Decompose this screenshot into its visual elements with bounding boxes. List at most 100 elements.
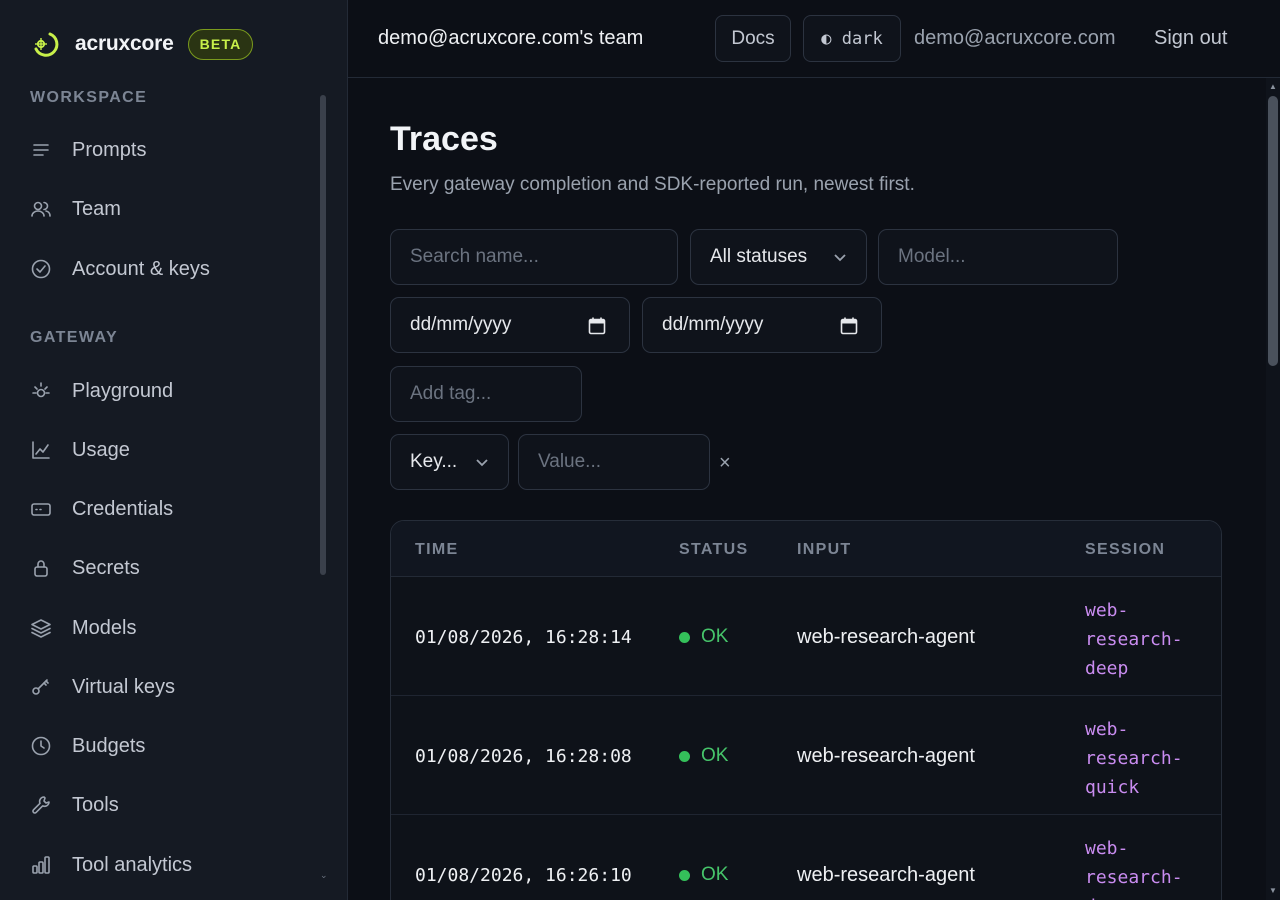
- theme-toggle-button[interactable]: ◐ dark: [803, 15, 901, 62]
- sidebar-item-label: Secrets: [72, 556, 140, 579]
- sidebar-item-account-keys[interactable]: Account & keys: [30, 249, 310, 289]
- cell-input: web-research-agent: [797, 745, 975, 767]
- session-link[interactable]: web- research- deep: [1085, 834, 1195, 900]
- session-line: web-: [1085, 838, 1129, 859]
- user-email: demo@acruxcore.com: [914, 27, 1116, 49]
- key-select-value: Key...: [410, 451, 458, 472]
- bar-chart-icon: [32, 856, 50, 874]
- key-select[interactable]: Key...: [390, 434, 509, 490]
- date-from-value: dd/mm/yyyy: [410, 314, 512, 335]
- sidebar-item-label: Account & keys: [72, 257, 210, 280]
- sidebar-item-models[interactable]: Models: [30, 608, 310, 648]
- sidebar: acruxcore BETA WORKSPACE Prompts Team Ac…: [0, 0, 348, 900]
- status-label: OK: [701, 626, 729, 647]
- chevron-down-icon: [476, 459, 488, 467]
- scroll-up-icon[interactable]: ▲: [1269, 82, 1277, 91]
- calendar-icon[interactable]: [587, 316, 607, 336]
- session-link[interactable]: web- research- quick: [1085, 715, 1195, 802]
- logo-icon: [34, 32, 59, 57]
- main-scrollbar[interactable]: ▲ ▼: [1266, 78, 1280, 900]
- section-label-workspace: WORKSPACE: [30, 89, 148, 106]
- line-chart-icon: [32, 441, 50, 459]
- session-line: web-: [1085, 719, 1129, 740]
- cell-time: 01/08/2026, 16:28:14: [415, 627, 632, 648]
- session-line: deep: [1085, 658, 1129, 679]
- brand[interactable]: acruxcore BETA: [30, 28, 254, 60]
- tag-input[interactable]: Add tag...: [390, 366, 582, 422]
- list-icon: [33, 144, 49, 156]
- column-header-input[interactable]: INPUT: [797, 541, 852, 559]
- team-name: demo@acruxcore.com's team: [378, 27, 644, 49]
- traces-table: TIME STATUS INPUT SESSION 01/08/2026, 16…: [390, 520, 1222, 900]
- table-header: TIME STATUS INPUT SESSION: [391, 521, 1221, 577]
- date-to-value: dd/mm/yyyy: [662, 314, 764, 335]
- brand-name: acruxcore: [75, 32, 174, 55]
- calendar-icon[interactable]: [839, 316, 859, 336]
- sidebar-item-label: Models: [72, 616, 137, 639]
- page-title: Traces: [390, 120, 498, 158]
- scroll-down-icon[interactable]: ▼: [1269, 886, 1277, 895]
- sidebar-item-label: Credentials: [72, 497, 174, 520]
- status-dot-icon: [679, 631, 690, 643]
- sidebar-nav: WORKSPACE Prompts Team Account & keys GA…: [0, 78, 330, 900]
- status-dot-icon: [679, 750, 690, 762]
- docs-button[interactable]: Docs: [715, 15, 791, 62]
- chevron-down-icon: [834, 254, 846, 262]
- table-row[interactable]: 01/08/2026, 16:28:08 OK web-research-age…: [391, 696, 1221, 815]
- table-row[interactable]: 01/08/2026, 16:28:14 OK web-research-age…: [391, 577, 1221, 696]
- card-icon: [31, 503, 51, 516]
- status-badge: OK: [679, 864, 728, 886]
- model-input[interactable]: Model...: [878, 229, 1118, 285]
- sidebar-item-label: Team: [72, 197, 121, 220]
- sun-icon: [32, 382, 50, 398]
- session-link[interactable]: web- research- deep: [1085, 596, 1195, 683]
- sidebar-item-prompts[interactable]: Prompts: [30, 130, 310, 170]
- sign-out-button[interactable]: Sign out: [1154, 27, 1227, 50]
- sidebar-item-tools[interactable]: Tools: [30, 785, 310, 825]
- main-content: Traces Every gateway completion and SDK-…: [348, 78, 1266, 900]
- layers-icon: [31, 619, 51, 638]
- status-select-value: All statuses: [710, 246, 808, 267]
- top-bar: demo@acruxcore.com's team Docs ◐ dark de…: [348, 0, 1280, 78]
- column-header-time[interactable]: TIME: [415, 541, 458, 559]
- sidebar-item-label: Virtual keys: [72, 675, 176, 698]
- session-line: deep: [1085, 892, 1195, 900]
- table-row[interactable]: 01/08/2026, 16:26:10 OK web-research-age…: [391, 815, 1221, 900]
- clear-filter-icon[interactable]: ×: [719, 452, 731, 475]
- sidebar-item-budgets[interactable]: Budgets: [30, 726, 310, 766]
- sidebar-item-label: Tool analytics: [72, 853, 193, 876]
- session-line: research-: [1085, 867, 1183, 888]
- page-subtitle: Every gateway completion and SDK-reporte…: [390, 174, 915, 195]
- status-label: OK: [701, 745, 729, 766]
- sidebar-item-playground[interactable]: Playground: [30, 371, 310, 411]
- status-label: OK: [701, 864, 729, 885]
- sidebar-item-virtual-keys[interactable]: Virtual keys: [30, 667, 310, 707]
- status-badge: OK: [679, 745, 728, 767]
- sidebar-item-usage[interactable]: Usage: [30, 430, 310, 470]
- sidebar-item-team[interactable]: Team: [30, 189, 310, 229]
- sidebar-item-credentials[interactable]: Credentials: [30, 489, 310, 529]
- session-line: web-: [1085, 600, 1129, 621]
- date-from-input[interactable]: dd/mm/yyyy: [390, 297, 630, 353]
- sidebar-item-label: Budgets: [72, 734, 146, 757]
- sidebar-item-tool-analytics[interactable]: Tool analytics: [30, 845, 310, 885]
- users-icon: [31, 201, 51, 217]
- sidebar-item-secrets[interactable]: Secrets: [30, 548, 310, 588]
- value-input[interactable]: Value...: [518, 434, 710, 490]
- column-header-status[interactable]: STATUS: [679, 541, 748, 559]
- cell-input: web-research-agent: [797, 864, 975, 886]
- chevron-down-icon[interactable]: ⌄: [320, 870, 328, 881]
- column-header-session[interactable]: SESSION: [1085, 541, 1165, 559]
- date-to-input[interactable]: dd/mm/yyyy: [642, 297, 882, 353]
- search-input[interactable]: Search name...: [390, 229, 678, 285]
- cell-input: web-research-agent: [797, 626, 975, 648]
- scrollbar-thumb[interactable]: [1268, 96, 1278, 366]
- beta-badge: BETA: [187, 28, 254, 60]
- cell-time: 01/08/2026, 16:28:08: [415, 746, 632, 767]
- lock-icon: [34, 560, 48, 577]
- status-dot-icon: [679, 869, 690, 881]
- clock-icon: [31, 736, 51, 756]
- sidebar-item-label: Playground: [72, 379, 174, 402]
- status-select[interactable]: All statuses: [690, 229, 867, 285]
- sidebar-scrollbar[interactable]: [320, 95, 326, 575]
